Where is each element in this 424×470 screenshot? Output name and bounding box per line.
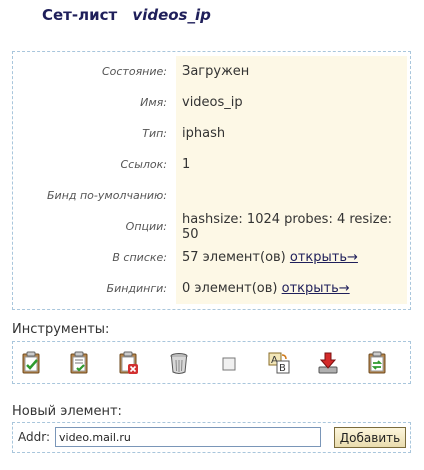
clipboard-check-icon[interactable] <box>21 351 43 375</box>
info-value-default-bind <box>175 180 407 211</box>
info-value-members: 57 элемент(ов) открыть→ <box>175 242 407 273</box>
trash-can-icon[interactable] <box>168 351 190 375</box>
info-label: Тип: <box>142 127 167 140</box>
clipboard-delete-icon[interactable] <box>118 351 140 375</box>
checkbox-icon[interactable] <box>218 351 240 375</box>
tools-toolbar: A B <box>12 341 411 384</box>
set-info-table: Состояние: Загружен Имя: videos_ip Тип: … <box>17 56 407 304</box>
download-icon[interactable] <box>317 351 339 375</box>
info-row-bindings: Биндинги: 0 элемент(ов) открыть→ <box>17 273 407 304</box>
info-row-name: Имя: videos_ip <box>17 87 407 118</box>
info-row-type: Тип: iphash <box>17 118 407 149</box>
info-row-refs: Ссылок: 1 <box>17 149 407 180</box>
new-item-label: Новый элемент: <box>12 404 122 419</box>
members-count: 57 элемент(ов) <box>182 250 286 265</box>
info-label: Состояние: <box>101 65 167 78</box>
info-row-options: Опции: hashsize: 1024 probes: 4 resize: … <box>17 211 407 242</box>
info-value-refs: 1 <box>175 149 407 180</box>
info-label: Биндинги: <box>106 282 167 295</box>
set-info-panel: Состояние: Загружен Имя: videos_ip Тип: … <box>12 51 411 310</box>
clipboard-swap-icon[interactable] <box>367 351 389 375</box>
info-value-state: Загружен <box>175 56 407 87</box>
info-row-state: Состояние: Загружен <box>17 56 407 87</box>
addr-input[interactable] <box>55 427 321 447</box>
info-label: Ссылок: <box>120 158 167 171</box>
info-value-type: iphash <box>175 118 407 149</box>
info-value-bindings: 0 элемент(ов) открыть→ <box>175 273 407 304</box>
info-row-members: В списке: 57 элемент(ов) открыть→ <box>17 242 407 273</box>
svg-text:B: B <box>279 363 286 374</box>
info-label: В списке: <box>112 251 167 264</box>
set-name: videos_ip <box>132 6 211 24</box>
rename-icon[interactable]: A B <box>268 351 290 375</box>
info-value-options: hashsize: 1024 probes: 4 resize: 50 <box>175 211 407 242</box>
tools-label: Инструменты: <box>12 322 110 337</box>
addr-label: Addr: <box>18 430 50 444</box>
new-item-form: Addr: Добавить <box>12 422 411 453</box>
info-value-name: videos_ip <box>175 87 407 118</box>
open-members-link[interactable]: открыть→ <box>290 250 358 265</box>
page-title: Сет-лист videos_ip <box>42 6 211 24</box>
info-label: Имя: <box>140 96 167 109</box>
bindings-count: 0 элемент(ов) <box>182 281 278 296</box>
page-title-label: Сет-лист <box>42 6 118 24</box>
info-label: Бинд по-умолчанию: <box>47 189 167 202</box>
open-bindings-link[interactable]: открыть→ <box>282 281 350 296</box>
clipboard-list-icon[interactable] <box>69 351 91 375</box>
info-label: Опции: <box>125 220 167 233</box>
info-row-default-bind: Бинд по-умолчанию: <box>17 180 407 211</box>
add-button[interactable]: Добавить <box>334 427 406 448</box>
